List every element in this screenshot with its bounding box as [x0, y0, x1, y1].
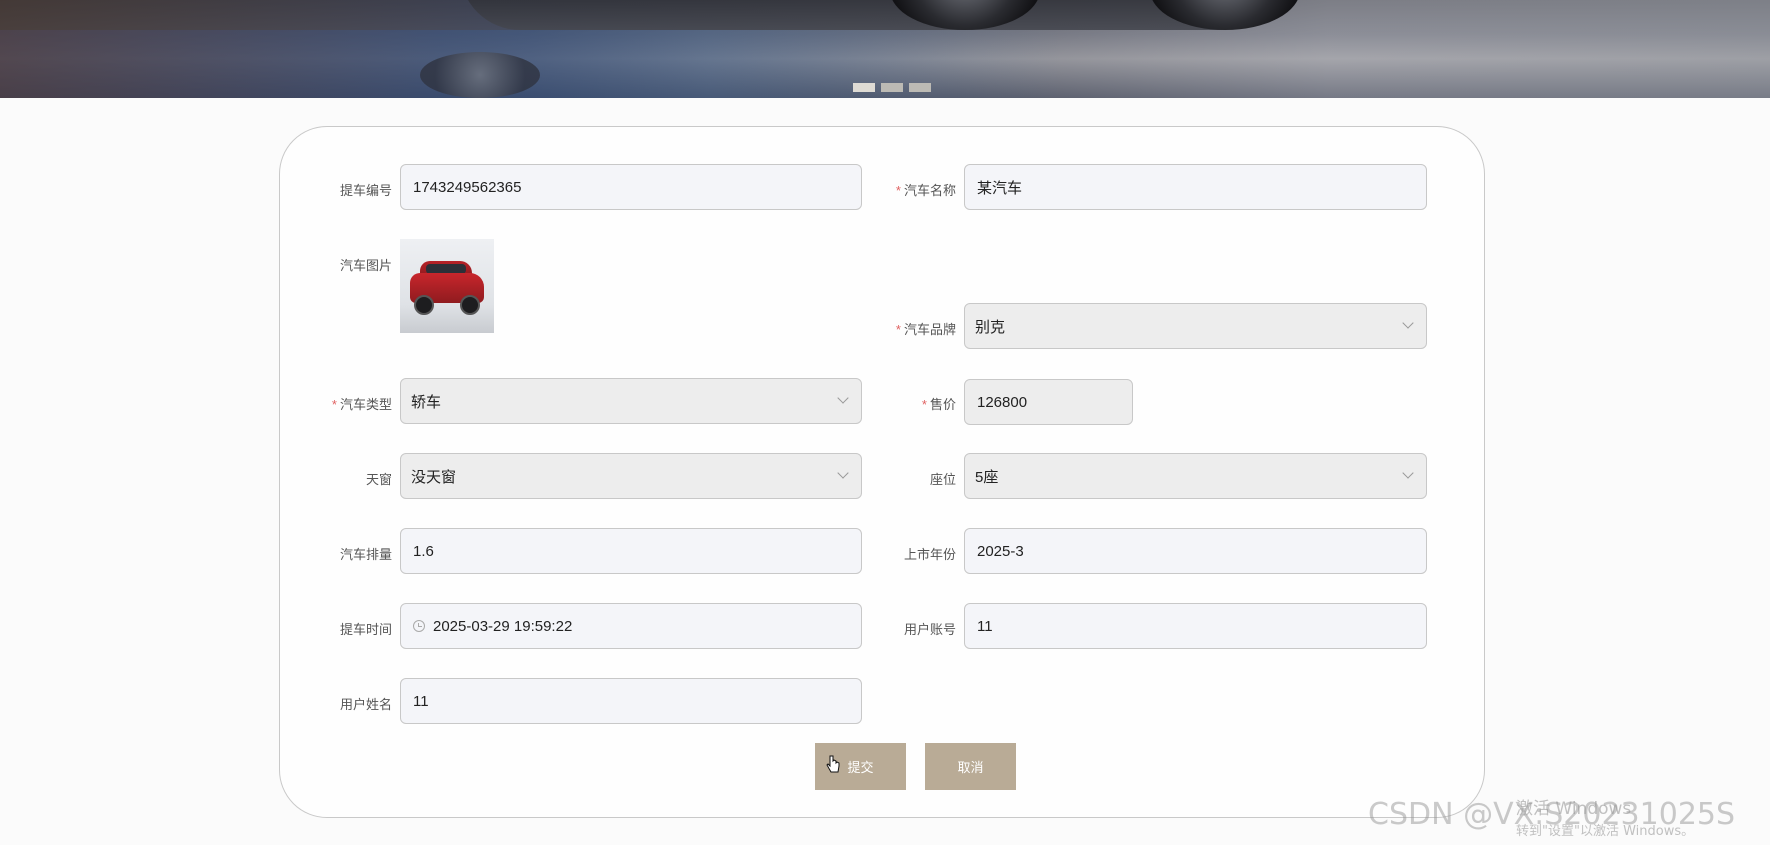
clock-icon	[413, 620, 425, 632]
car-image-label: 汽车图片	[339, 258, 392, 273]
required-mark: *	[921, 397, 927, 412]
price-label: * 售价	[921, 397, 956, 412]
pickup-no-input[interactable]: 1743249562365	[400, 164, 862, 210]
page: 提车编号 1743249562365 * 汽车名称 某汽车 汽车图片 * 汽车品牌 …	[0, 0, 1770, 845]
pickup-time-picker[interactable]: 2025-03-29 19:59:22	[400, 603, 862, 649]
user-name-label: 用户姓名	[339, 697, 392, 712]
banner-wheel-reflection	[420, 52, 540, 98]
displacement-label: 汽车排量	[339, 547, 392, 562]
carousel-dot-2[interactable]	[881, 83, 903, 92]
seats-select[interactable]: 5座	[964, 453, 1427, 499]
car-type-select[interactable]: 轿车	[400, 378, 862, 424]
sunroof-label: 天窗	[365, 472, 392, 487]
seats-label: 座位	[929, 472, 956, 487]
required-mark: *	[895, 183, 901, 198]
launch-year-label: 上市年份	[903, 547, 956, 562]
chevron-down-icon	[1402, 317, 1414, 329]
car-wheel-front	[414, 295, 434, 315]
user-name-input[interactable]: 11	[400, 678, 862, 724]
hero-banner	[0, 0, 1770, 98]
user-account-label: 用户账号	[903, 622, 956, 637]
car-name-input[interactable]: 某汽车	[964, 164, 1427, 210]
car-brand-label: * 汽车品牌	[895, 322, 956, 337]
carousel-indicators	[853, 83, 931, 92]
car-brand-select[interactable]: 别克	[964, 303, 1427, 349]
hand-cursor-icon	[826, 755, 840, 773]
car-name-label: * 汽车名称	[895, 183, 956, 198]
user-account-input[interactable]: 11	[964, 603, 1427, 649]
carousel-dot-3[interactable]	[909, 83, 931, 92]
sunroof-select[interactable]: 没天窗	[400, 453, 862, 499]
carousel-dot-1[interactable]	[853, 83, 875, 92]
cancel-button[interactable]: 取消	[925, 743, 1016, 790]
car-wheel-rear	[460, 295, 480, 315]
launch-year-input[interactable]: 2025-3	[964, 528, 1427, 574]
pickup-time-label: 提车时间	[339, 622, 392, 637]
displacement-input[interactable]: 1.6	[400, 528, 862, 574]
csdn-watermark: CSDN @VX:S20231025S	[1368, 797, 1736, 832]
car-image-thumbnail[interactable]	[400, 239, 494, 333]
price-input[interactable]: 126800	[964, 379, 1133, 425]
pickup-no-label: 提车编号	[339, 183, 392, 198]
chevron-down-icon	[1402, 467, 1414, 479]
required-mark: *	[895, 322, 901, 337]
car-type-label: * 汽车类型	[331, 397, 392, 412]
required-mark: *	[331, 397, 337, 412]
